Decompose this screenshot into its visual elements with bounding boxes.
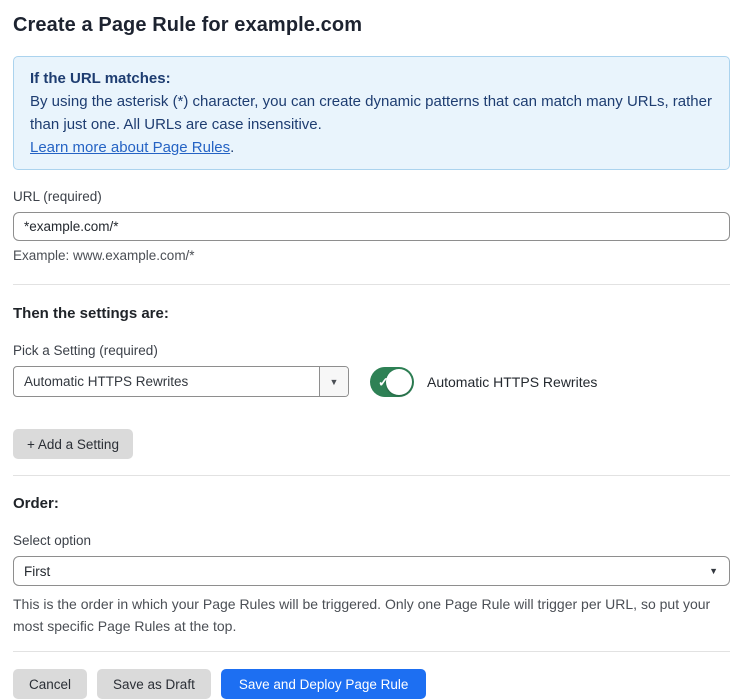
toggle-label: Automatic HTTPS Rewrites bbox=[427, 373, 598, 390]
order-helper-text: This is the order in which your Page Rul… bbox=[13, 596, 711, 634]
info-box-link-line: Learn more about Page Rules. bbox=[30, 136, 713, 159]
url-field-label: URL (required) bbox=[13, 189, 102, 204]
order-section-heading: Order: bbox=[13, 495, 59, 512]
save-draft-button[interactable]: Save as Draft bbox=[97, 669, 211, 699]
chevron-down-icon: ▼ bbox=[329, 376, 339, 387]
select-option-label: Select option bbox=[13, 533, 92, 548]
url-input[interactable] bbox=[13, 212, 730, 241]
divider bbox=[13, 651, 730, 652]
toggle-knob bbox=[386, 368, 412, 395]
page-title: Create a Page Rule for example.com bbox=[13, 14, 363, 36]
https-rewrites-toggle-group: ✓ Automatic HTTPS Rewrites bbox=[370, 366, 598, 397]
info-box-heading: If the URL matches: bbox=[30, 70, 171, 87]
divider bbox=[13, 284, 730, 285]
url-match-info-box: If the URL matches: By using the asteris… bbox=[13, 56, 730, 170]
setting-dropdown-value: Automatic HTTPS Rewrites bbox=[24, 374, 189, 389]
url-field-helper: Example: www.example.com/* bbox=[13, 248, 195, 263]
save-deploy-button[interactable]: Save and Deploy Page Rule bbox=[220, 669, 427, 699]
link-period: . bbox=[230, 139, 235, 156]
footer-actions: Cancel Save as Draft Save and Deploy Pag… bbox=[13, 669, 730, 699]
order-select-value: First bbox=[24, 563, 51, 579]
setting-dropdown-arrow-button[interactable]: ▼ bbox=[319, 367, 348, 396]
add-setting-button[interactable]: + Add a Setting bbox=[13, 429, 133, 459]
settings-section-heading: Then the settings are: bbox=[13, 305, 169, 322]
learn-more-link[interactable]: Learn more about Page Rules bbox=[30, 139, 230, 156]
chevron-down-icon: ▼ bbox=[709, 566, 718, 576]
divider bbox=[13, 475, 730, 476]
page-rule-form: Create a Page Rule for example.com If th… bbox=[0, 0, 743, 699]
cancel-button[interactable]: Cancel bbox=[13, 669, 88, 699]
setting-row: Automatic HTTPS Rewrites ▼ ✓ Automatic H… bbox=[13, 366, 730, 397]
info-box-body: By using the asterisk (*) character, you… bbox=[30, 90, 713, 136]
setting-dropdown[interactable]: Automatic HTTPS Rewrites ▼ bbox=[13, 366, 349, 397]
order-select[interactable]: First ▼ bbox=[13, 556, 730, 586]
https-rewrites-toggle[interactable]: ✓ bbox=[370, 366, 414, 397]
info-box-body-text: By using the asterisk (*) character, you… bbox=[30, 93, 712, 133]
pick-setting-label: Pick a Setting (required) bbox=[13, 343, 158, 358]
